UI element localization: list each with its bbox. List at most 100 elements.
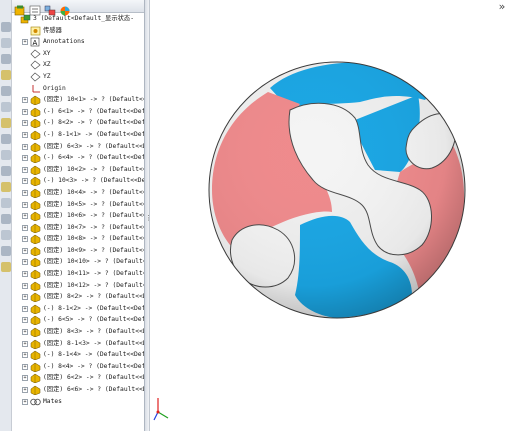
toolbar-tool-icon[interactable] (1, 246, 11, 256)
expand-toggle-icon[interactable]: + (22, 213, 28, 220)
tree-item[interactable]: + (固定) 6<6> -> ? (Default<<Defa (12, 384, 144, 396)
tree-item[interactable]: XY (12, 48, 144, 60)
tree-item[interactable]: + (固定) 10<7> -> ? (Default<<Defa (12, 222, 144, 234)
toolbar-tool-icon[interactable] (1, 198, 11, 208)
tree-item[interactable]: Origin (12, 83, 144, 95)
tree-item-label: (-) 6<5> -> ? (Default<<Defa (43, 316, 145, 324)
expand-toggle-icon[interactable]: + (22, 120, 28, 127)
expand-toggle-icon[interactable]: + (22, 155, 28, 162)
tree-item[interactable]: + (固定) 10<10> -> ? (Default<<Def (12, 256, 144, 268)
graphics-area[interactable]: » (150, 0, 520, 431)
tree-item[interactable]: + (固定) 10<1> -> ? (Default<<Default (12, 94, 144, 106)
model-viewport[interactable] (150, 0, 520, 431)
expand-toggle-icon[interactable]: + (22, 352, 28, 359)
tree-item[interactable]: + (固定) 10<8> -> ? (Default<<Defa (12, 233, 144, 245)
assembly-icon (20, 14, 31, 24)
tab-display-manager[interactable] (59, 1, 71, 16)
left-toolbar-strip (0, 0, 12, 431)
toolbar-tool-icon[interactable] (1, 54, 11, 64)
expand-toggle-icon[interactable]: + (22, 340, 28, 347)
toolbar-tool-icon[interactable] (1, 262, 11, 272)
toolbar-tool-icon[interactable] (1, 150, 11, 160)
tree-item[interactable]: 3 (Default<Default_显示状态- (12, 13, 144, 25)
tree-item[interactable]: + (-) 8-1<2> -> (Default<<Defa (12, 303, 144, 315)
expand-toggle-icon[interactable]: + (22, 97, 28, 104)
toolbar-tool-icon[interactable] (1, 86, 11, 96)
tree-item[interactable]: + A Annotations (12, 36, 144, 48)
toolbar-tool-icon[interactable] (1, 214, 11, 224)
toolbar-tool-icon[interactable] (1, 22, 11, 32)
expand-toggle-icon[interactable]: + (22, 329, 28, 336)
expand-toggle-icon[interactable]: + (22, 224, 28, 231)
expand-toggle-icon[interactable]: + (22, 39, 28, 46)
part-icon (30, 315, 41, 326)
tree-item-label: (固定) 10<7> -> ? (Default<<Defa (43, 223, 144, 231)
part-icon (30, 234, 41, 245)
tree-item-label: (固定) 10<10> -> ? (Default<<Def (43, 258, 144, 266)
tree-item-label: (-) 6<1> -> ? (Default<<Default (43, 107, 145, 115)
toolbar-tool-icon[interactable] (1, 230, 11, 240)
tree-item[interactable]: + (固定) 8<2> -> ? (Default<<Defa (12, 291, 144, 303)
expand-toggle-icon[interactable]: + (22, 166, 28, 173)
tab-property-manager[interactable] (29, 1, 41, 16)
expand-toggle-icon[interactable]: + (22, 363, 28, 370)
tree-item[interactable]: + (固定) 10<9> -> ? (Default<<Defa (12, 245, 144, 257)
tree-item[interactable]: + Mates (12, 396, 144, 408)
toolbar-tool-icon[interactable] (1, 70, 11, 80)
tree-item[interactable]: + (-) 10<3> -> ? (Default<<Defa (12, 175, 144, 187)
tree-item[interactable]: + (-) 6<1> -> ? (Default<<Default (12, 106, 145, 118)
tree-item[interactable]: XZ (12, 59, 144, 71)
expand-toggle-icon[interactable]: + (22, 294, 28, 301)
tree-item[interactable]: + (-) 8-1<4> -> (Default<<Defa (12, 349, 144, 361)
expand-toggle-icon[interactable]: + (22, 259, 28, 266)
tree-item-label: 3 (Default<Default_显示状态- (33, 15, 135, 22)
expand-toggle-icon[interactable]: + (22, 143, 28, 150)
tree-item[interactable]: + (-) 8<2> -> ? (Default<<Defau (12, 117, 144, 129)
tree-item[interactable]: + (固定) 10<11> -> ? (Default<<Def (12, 268, 144, 280)
expand-toggle-icon[interactable]: + (22, 387, 28, 393)
tree-item[interactable]: + (-) 8<4> -> ? (Default<<Defa (12, 361, 144, 373)
tree-item[interactable]: + (固定) 6<3> -> ? (Default<<Defa (12, 141, 144, 153)
tab-feature-tree[interactable] (14, 1, 26, 16)
expand-toggle-icon[interactable]: + (22, 178, 28, 185)
tree-item[interactable]: + (固定) 10<6> -> ? (Default<<Defa (12, 210, 144, 222)
tree-item[interactable]: + (固定) 6<2> -> ? (Default<<Defa (12, 372, 144, 384)
expand-toggle-icon[interactable]: + (22, 131, 28, 138)
tree-item[interactable]: YZ (12, 71, 144, 83)
expand-toggle-icon[interactable]: + (22, 271, 28, 278)
expand-toggle-icon[interactable]: + (22, 398, 28, 405)
expand-toggle-icon[interactable]: + (22, 247, 28, 254)
expand-toggle-icon[interactable]: + (22, 189, 28, 196)
toolbar-tool-icon[interactable] (1, 134, 11, 144)
expand-toggle-icon[interactable]: + (22, 317, 28, 324)
tree-item[interactable]: + (固定) 10<5> -> ? (Default<<Defa (12, 199, 144, 211)
tree-item[interactable]: + (-) 8-1<1> -> (Default<<Defa (12, 129, 144, 141)
tree-item[interactable]: + (固定) 10<4> -> ? (Default<<Defa (12, 187, 144, 199)
tree-item[interactable]: + (固定) 8-1<3> -> (Default<<Defa (12, 338, 144, 350)
part-icon (30, 246, 41, 257)
part-icon (30, 304, 41, 315)
tree-item[interactable]: + (-) 6<5> -> ? (Default<<Defa (12, 314, 145, 326)
expand-panel-icon[interactable]: » (493, 1, 511, 13)
toolbar-tool-icon[interactable] (1, 102, 11, 112)
expand-toggle-icon[interactable]: + (22, 375, 28, 382)
toolbar-tool-icon[interactable] (1, 182, 11, 192)
tree-item-label: 传感器 (43, 26, 62, 34)
tree-item[interactable]: + (-) 6<4> -> ? (Default<<Defa (12, 152, 144, 164)
tab-configuration-manager[interactable] (44, 1, 56, 16)
tree-item-label: (固定) 10<2> -> ? (Default<<Defa (43, 165, 144, 173)
expand-toggle-icon[interactable]: + (22, 236, 28, 243)
tree-item[interactable]: + (固定) 10<2> -> ? (Default<<Defa (12, 164, 144, 176)
tree-item[interactable]: 传感器 (12, 25, 144, 37)
toolbar-tool-icon[interactable] (1, 118, 11, 128)
expand-toggle-icon[interactable]: + (22, 305, 28, 312)
tree-item[interactable]: + (固定) 10<12> -> ? (Default<<Def (12, 280, 144, 292)
tree-item[interactable]: + (固定) 8<3> -> ? (Default<<Defa (12, 326, 144, 338)
expand-toggle-icon[interactable]: + (22, 201, 28, 208)
toolbar-tool-icon[interactable] (1, 38, 11, 48)
expand-toggle-icon[interactable]: + (22, 108, 28, 115)
toolbar-tool-icon[interactable] (1, 166, 11, 176)
part-icon (30, 188, 41, 199)
expand-toggle-icon[interactable]: + (22, 282, 28, 289)
plane-icon (30, 49, 41, 59)
